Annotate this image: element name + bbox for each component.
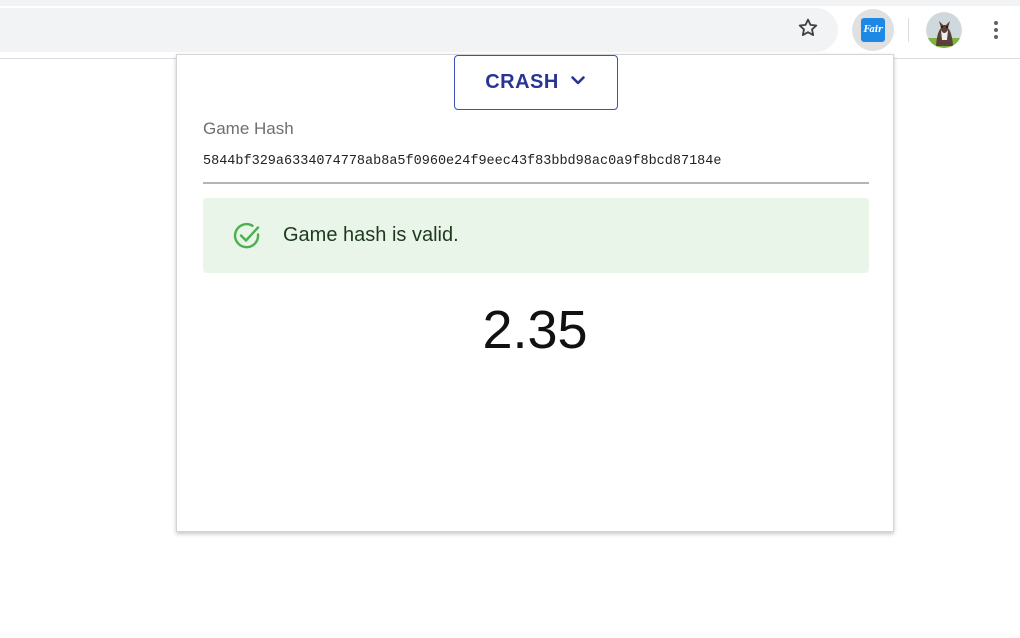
star-outline-icon [796, 16, 820, 45]
game-select-label: CRASH [485, 71, 559, 93]
bookmark-button[interactable] [790, 12, 826, 48]
validation-alert: Game hash is valid. [203, 198, 869, 273]
game-hash-input-underline [203, 182, 869, 184]
profile-avatar[interactable] [926, 12, 962, 48]
fair-extension-button[interactable]: Fair [852, 9, 894, 51]
chevron-down-icon [569, 71, 587, 95]
validation-message: Game hash is valid. [283, 224, 459, 246]
toolbar-divider [908, 18, 909, 42]
check-circle-icon [231, 220, 263, 252]
more-vert-icon[interactable] [980, 12, 1012, 48]
tab-strip-edge [0, 0, 1020, 6]
game-select-button[interactable]: CRASH [454, 55, 618, 110]
extension-popup: CRASH Game Hash 5844bf329a6334074778ab8a… [176, 54, 894, 532]
fair-extension-logo: Fair [861, 18, 885, 42]
crash-result-multiplier: 2.35 [482, 300, 588, 360]
address-bar[interactable] [0, 8, 838, 52]
game-hash-input[interactable]: 5844bf329a6334074778ab8a5f0960e24f9eec43… [203, 154, 867, 169]
game-hash-label: Game Hash [203, 119, 294, 138]
browser-toolbar: Fair [0, 0, 1020, 60]
